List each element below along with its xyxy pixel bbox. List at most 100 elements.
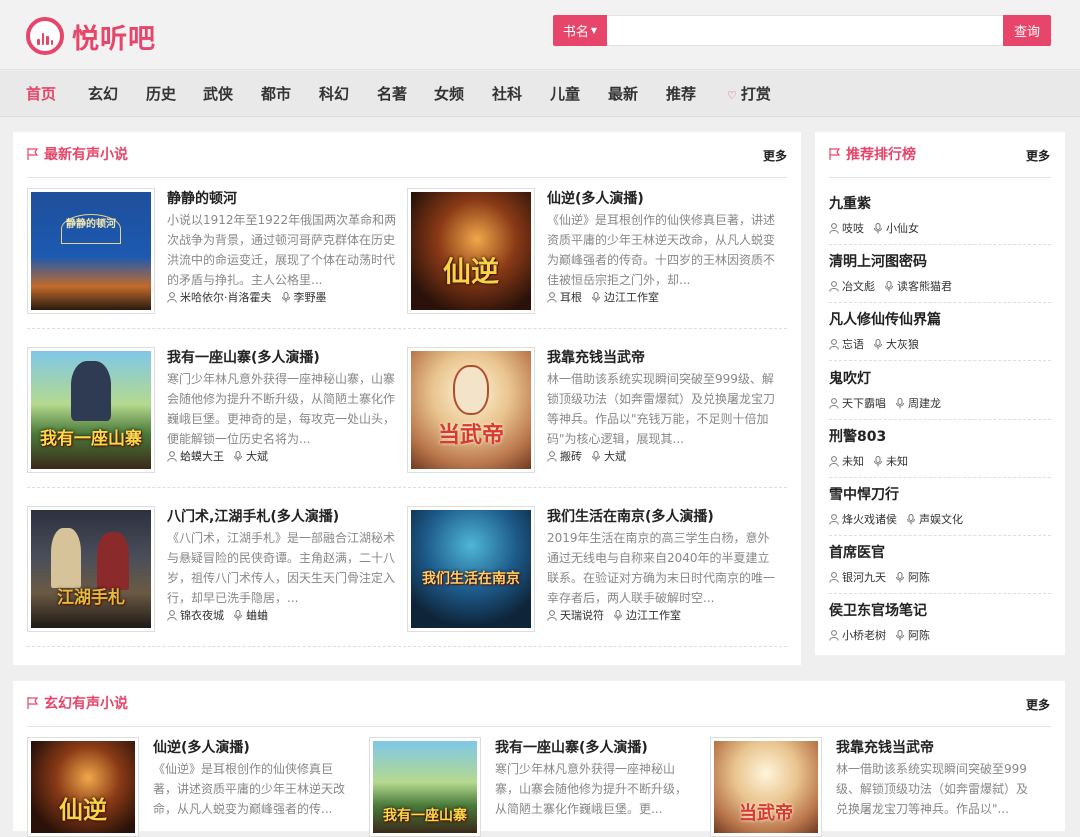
main-nav: 首页 玄幻 历史 武侠 都市 科幻 名著 女频 社科 儿童 最新 推荐 ♡ 打赏 <box>0 71 1080 117</box>
book-cover[interactable]: 静静的顿河 <box>27 188 155 314</box>
book-author[interactable]: 天瑞说符 <box>560 607 604 623</box>
rank-title[interactable]: 侯卫东官场笔记 <box>829 600 1051 620</box>
book-cover[interactable]: 当武帝 <box>710 737 822 837</box>
book-narrator[interactable]: 边江工作室 <box>626 607 681 623</box>
book-card[interactable]: 我有一座山寨 我有一座山寨(多人演播) 寒门少年林凡意外获得一座神秘山寨，山寨会… <box>369 737 699 837</box>
book-card[interactable]: 江湖手札 八门术,江湖手札(多人演播) 《八门术，江湖手札》是一部融合江湖秘术与… <box>27 506 397 636</box>
book-card[interactable]: 我们生活在南京 我们生活在南京(多人演播) 2019年生活在南京的高三学生白杨，… <box>407 506 777 636</box>
rank-author[interactable]: 忘语 <box>842 336 864 352</box>
nav-female[interactable]: 女频 <box>434 83 464 104</box>
nav-history[interactable]: 历史 <box>146 83 176 104</box>
rank-title[interactable]: 刑警803 <box>829 426 1051 446</box>
book-narrator[interactable]: 边江工作室 <box>604 289 659 305</box>
book-narrator[interactable]: 大斌 <box>246 448 268 464</box>
nav-urban[interactable]: 都市 <box>261 83 291 104</box>
rank-title[interactable]: 九重紫 <box>829 193 1051 213</box>
cover-title: 静静的顿河 <box>66 219 116 230</box>
book-author[interactable]: 米哈依尔·肖洛霍夫 <box>180 289 272 305</box>
rank-narrator[interactable]: 周建龙 <box>908 395 941 411</box>
rank-author[interactable]: 天下霸唱 <box>842 395 886 411</box>
rank-narrator[interactable]: 阿陈 <box>908 627 930 643</box>
book-meta: 耳根 边江工作室 <box>547 289 659 305</box>
book-card[interactable]: 静静的顿河 静静的顿河 小说以1912年至1922年俄国两次革命和两次战争为背景… <box>27 188 397 318</box>
rank-narrator[interactable]: 声娱文化 <box>919 511 963 527</box>
nav-classics[interactable]: 名著 <box>377 83 407 104</box>
book-meta: 米哈依尔·肖洛霍夫 李野墨 <box>167 289 327 305</box>
book-narrator[interactable]: 大斌 <box>604 448 626 464</box>
rank-narrator[interactable]: 未知 <box>886 453 908 469</box>
book-cover[interactable]: 我有一座山寨 <box>369 737 481 837</box>
book-cover[interactable]: 仙逆 <box>407 188 535 314</box>
ranking-more-link[interactable]: 更多 <box>1026 147 1050 164</box>
nav-wuxia[interactable]: 武侠 <box>203 83 233 104</box>
rank-item[interactable]: 凡人修仙传仙界篇忘语 大灰狼 <box>829 309 1051 352</box>
rank-title[interactable]: 清明上河图密码 <box>829 251 1051 271</box>
rank-title[interactable]: 鬼吹灯 <box>829 368 1051 388</box>
book-meta: 蛤蟆大王 大斌 <box>167 448 268 464</box>
rank-narrator[interactable]: 小仙女 <box>886 220 919 236</box>
nav-xuanhuan[interactable]: 玄幻 <box>88 83 118 104</box>
rank-item[interactable]: 清明上河图密码冶文彪 读客熊猫君 <box>829 251 1051 294</box>
nav-donate[interactable]: ♡ 打赏 <box>727 83 771 104</box>
fantasy-more-link[interactable]: 更多 <box>1026 696 1050 713</box>
book-title[interactable]: 仙逆(多人演播) <box>153 737 250 757</box>
nav-home[interactable]: 首页 <box>26 83 56 104</box>
book-card[interactable]: 我有一座山寨 我有一座山寨(多人演播) 寒门少年林凡意外获得一座神秘山寨，山寨会… <box>27 347 397 477</box>
rank-narrator[interactable]: 阿陈 <box>908 569 930 585</box>
book-author[interactable]: 蛤蟆大王 <box>180 448 224 464</box>
book-cover[interactable]: 仙逆 <box>27 737 139 837</box>
book-description: 寒门少年林凡意外获得一座神秘山寨，山寨会随他修为提升不断升级，从简陋土寨化作巍峨… <box>167 372 396 446</box>
book-title[interactable]: 我靠充钱当武帝 <box>547 347 645 367</box>
nav-scifi[interactable]: 科幻 <box>319 83 349 104</box>
rank-item[interactable]: 侯卫东官场笔记小桥老树 阿陈 <box>829 600 1051 643</box>
book-card[interactable]: 当武帝 我靠充钱当武帝 林一借助该系统实现瞬间突破至999级、解锁顶级功法（如奔… <box>710 737 1040 837</box>
site-logo[interactable]: 悦听吧 <box>26 16 156 56</box>
search-button[interactable]: 查询 <box>1003 15 1051 46</box>
book-title[interactable]: 我们生活在南京(多人演播) <box>547 506 714 526</box>
book-title[interactable]: 静静的顿河 <box>167 188 237 208</box>
rank-item[interactable]: 刑警803 未知 未知 <box>829 426 1051 469</box>
book-title[interactable]: 仙逆(多人演播) <box>547 188 644 208</box>
rank-item[interactable]: 雪中悍刀行烽火戏诸侯 声娱文化 <box>829 484 1051 527</box>
book-author[interactable]: 锦衣夜城 <box>180 607 224 623</box>
book-card[interactable]: 仙逆 仙逆(多人演播) 《仙逆》是耳根创作的仙侠修真巨著，讲述资质平庸的少年王林… <box>407 188 777 318</box>
book-title[interactable]: 我有一座山寨(多人演播) <box>167 347 320 367</box>
book-cover[interactable]: 我们生活在南京 <box>407 506 535 632</box>
book-author[interactable]: 耳根 <box>560 289 582 305</box>
book-cover[interactable]: 当武帝 <box>407 347 535 473</box>
rank-author[interactable]: 冶文彪 <box>842 278 875 294</box>
search-type-dropdown[interactable]: 书名 ▼ <box>553 15 607 46</box>
search-input[interactable] <box>607 15 1003 46</box>
book-cover[interactable]: 江湖手札 <box>27 506 155 632</box>
rank-author[interactable]: 未知 <box>842 453 864 469</box>
nav-recommend[interactable]: 推荐 <box>666 83 696 104</box>
nav-children[interactable]: 儿童 <box>550 83 580 104</box>
rank-author[interactable]: 银河九天 <box>842 569 886 585</box>
nav-social-science[interactable]: 社科 <box>492 83 522 104</box>
rank-title[interactable]: 凡人修仙传仙界篇 <box>829 309 1051 329</box>
rank-title[interactable]: 首席医官 <box>829 542 1051 562</box>
rank-narrator[interactable]: 读客熊猫君 <box>897 278 952 294</box>
book-narrator[interactable]: 蛐蛐 <box>246 607 268 623</box>
book-title[interactable]: 我靠充钱当武帝 <box>836 737 934 757</box>
book-meta: 锦衣夜城 蛐蛐 <box>167 607 268 623</box>
rank-narrator[interactable]: 大灰狼 <box>886 336 919 352</box>
rank-meta: 忘语 大灰狼 <box>829 336 1051 352</box>
latest-more-link[interactable]: 更多 <box>763 147 787 164</box>
rank-title[interactable]: 雪中悍刀行 <box>829 484 1051 504</box>
book-card[interactable]: 仙逆 仙逆(多人演播) 《仙逆》是耳根创作的仙侠修真巨著，讲述资质平庸的少年王林… <box>27 737 357 837</box>
rank-author[interactable]: 小桥老树 <box>842 627 886 643</box>
rank-item[interactable]: 九重紫吱吱 小仙女 <box>829 193 1051 236</box>
rank-item[interactable]: 首席医官银河九天 阿陈 <box>829 542 1051 585</box>
rank-item[interactable]: 鬼吹灯天下霸唱 周建龙 <box>829 368 1051 411</box>
rank-author[interactable]: 烽火戏诸侯 <box>842 511 897 527</box>
book-narrator[interactable]: 李野墨 <box>294 289 327 305</box>
book-cover[interactable]: 我有一座山寨 <box>27 347 155 473</box>
nav-latest[interactable]: 最新 <box>608 83 638 104</box>
book-title[interactable]: 我有一座山寨(多人演播) <box>495 737 648 757</box>
book-card[interactable]: 当武帝 我靠充钱当武帝 林一借助该系统实现瞬间突破至999级、解锁顶级功法（如奔… <box>407 347 777 477</box>
book-title[interactable]: 八门术,江湖手札(多人演播) <box>167 506 339 526</box>
user-icon <box>547 609 557 621</box>
book-author[interactable]: 搬砖 <box>560 448 582 464</box>
rank-author[interactable]: 吱吱 <box>842 220 864 236</box>
